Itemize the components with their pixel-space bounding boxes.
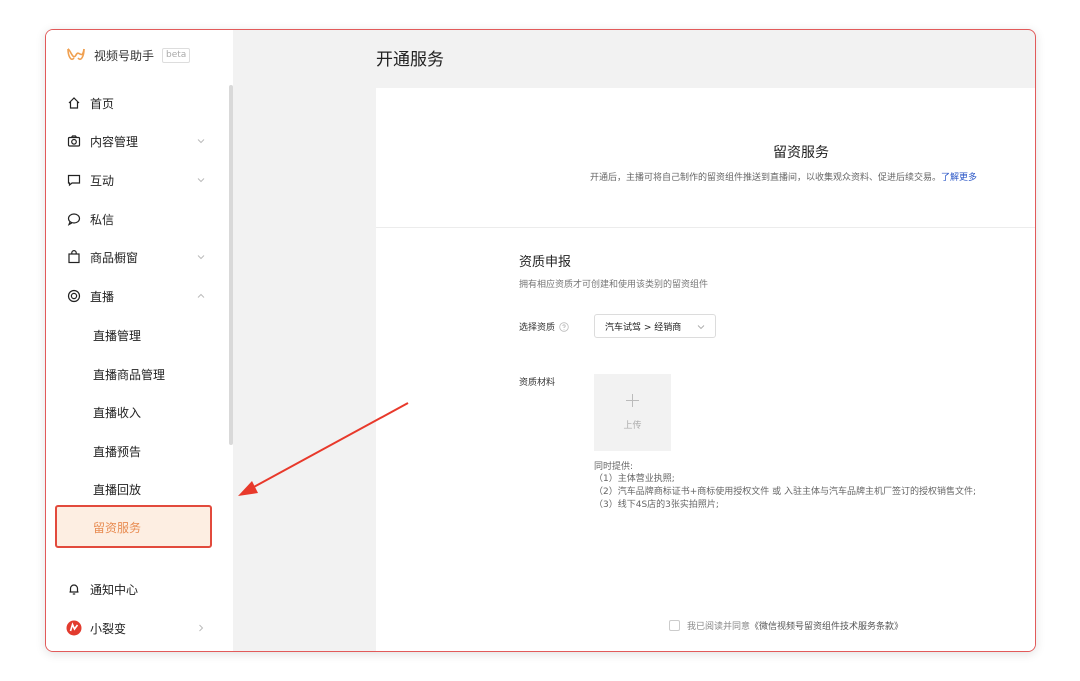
sidebar-item-notifications[interactable]: 通知中心	[66, 579, 206, 599]
page-title: 开通服务	[376, 50, 444, 70]
chevron-down-icon	[197, 255, 205, 260]
bell-icon	[66, 581, 82, 597]
sidebar-item-label: 私信	[90, 212, 115, 227]
learn-more-link[interactable]: 了解更多	[941, 173, 977, 183]
upload-button[interactable]: 上传	[594, 374, 671, 451]
brand[interactable]: 视频号助手 beta	[66, 45, 191, 65]
sidebar: 视频号助手 beta 首页 内容管理 互动 私信 商品橱窗 直播 直播管理 直播…	[46, 30, 233, 651]
sidebar-sub-live-income[interactable]: 直播收入	[93, 402, 141, 422]
camera-icon	[66, 133, 82, 149]
sidebar-item-label: 通知中心	[90, 582, 139, 597]
chat-bubble-icon	[66, 172, 82, 188]
service-description: 开通后，主播可将自己制作的留资组件推送到直播间，以收集观众资料、促进后续交易。了…	[590, 170, 977, 183]
live-icon	[66, 288, 82, 304]
sidebar-item-xiaoliebian[interactable]: 小裂变	[66, 618, 206, 638]
sidebar-item-label: 商品橱窗	[90, 250, 139, 265]
message-icon	[66, 211, 82, 227]
chevron-up-icon	[197, 293, 205, 298]
agreement-link[interactable]: 《微信视频号留资组件技术服务条款》	[750, 619, 903, 632]
qualification-desc: 拥有相应资质才可创建和使用该类别的留资组件	[519, 280, 709, 290]
agreement-row: 我已阅读并同意 《微信视频号留资组件技术服务条款》	[669, 619, 903, 632]
sidebar-sub-lead-service[interactable]: 留资服务	[55, 505, 212, 548]
materials-label: 资质材料	[519, 378, 556, 388]
sidebar-item-shop-window[interactable]: 商品橱窗	[66, 247, 206, 267]
plus-icon	[626, 394, 639, 407]
help-icon[interactable]	[559, 321, 569, 332]
chevron-down-icon	[697, 325, 705, 330]
sidebar-item-content[interactable]: 内容管理	[66, 131, 206, 151]
sidebar-sub-live-replay[interactable]: 直播回放	[93, 479, 141, 499]
sidebar-sub-label: 留资服务	[93, 521, 142, 535]
brand-name: 视频号助手	[94, 48, 155, 63]
sidebar-item-label: 首页	[90, 96, 115, 111]
sidebar-item-messages[interactable]: 私信	[66, 209, 206, 229]
sidebar-item-label: 内容管理	[90, 134, 139, 149]
main-card: 留资服务 开通后，主播可将自己制作的留资组件推送到直播间，以收集观众资料、促进后…	[376, 88, 1035, 651]
field-label-text: 选择资质	[519, 323, 556, 333]
sidebar-item-interaction[interactable]: 互动	[66, 170, 206, 190]
sidebar-sub-live-manage[interactable]: 直播管理	[93, 325, 141, 345]
sidebar-sub-live-products[interactable]: 直播商品管理	[93, 364, 165, 384]
select-qualification-label: 选择资质	[519, 320, 569, 333]
sidebar-item-label: 小裂变	[90, 621, 127, 636]
select-value: 汽车试驾 > 经销商	[605, 322, 682, 333]
service-header: 留资服务 开通后，主播可将自己制作的留资组件推送到直播间，以收集观众资料、促进后…	[376, 88, 1035, 228]
service-desc-text: 开通后，主播可将自己制作的留资组件推送到直播间，以收集观众资料、促进后续交易。	[590, 173, 942, 183]
chevron-down-icon	[197, 178, 205, 183]
app-logo-icon	[66, 620, 82, 636]
provide-line: （3）线下4S店的3张实拍照片;	[594, 500, 719, 510]
sidebar-item-live[interactable]: 直播	[66, 286, 206, 306]
upload-label: 上传	[623, 421, 642, 431]
agreement-checkbox[interactable]	[669, 620, 680, 631]
sidebar-sub-live-preview[interactable]: 直播预告	[93, 441, 141, 461]
chevron-right-icon	[199, 624, 204, 632]
service-title: 留资服务	[773, 145, 829, 161]
provide-line: （1）主体营业执照;	[594, 474, 675, 484]
qualification-select[interactable]: 汽车试驾 > 经销商	[594, 314, 716, 338]
sidebar-scrollbar[interactable]	[229, 85, 233, 445]
agreement-prefix: 我已阅读并同意	[687, 622, 751, 632]
brand-logo-icon	[67, 48, 85, 61]
provide-line: （2）汽车品牌商标证书+商标使用授权文件 或 入驻主体与汽车品牌主机厂签订的授权…	[594, 487, 977, 497]
sidebar-item-label: 互动	[90, 173, 115, 188]
sidebar-item-home[interactable]: 首页	[66, 93, 206, 113]
shopping-bag-icon	[66, 249, 82, 265]
beta-badge: beta	[162, 47, 191, 63]
sidebar-item-label: 直播	[90, 289, 115, 304]
app-window: 视频号助手 beta 首页 内容管理 互动 私信 商品橱窗 直播 直播管理 直播…	[45, 29, 1036, 652]
qualification-title: 资质申报	[519, 255, 572, 270]
chevron-down-icon	[197, 139, 205, 144]
home-icon	[66, 95, 82, 111]
